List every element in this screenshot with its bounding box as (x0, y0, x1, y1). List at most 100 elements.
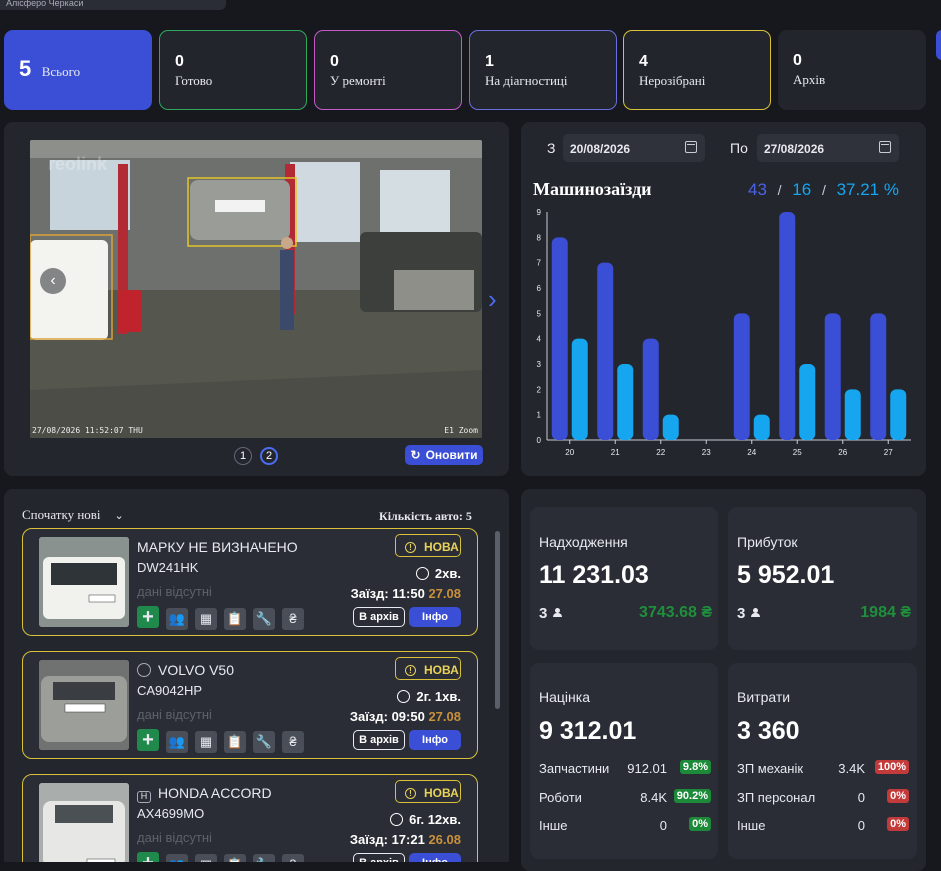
car-card[interactable]: H HONDA ACCORD AX4699MO дані відсутні ! НО… (22, 774, 478, 871)
income-count-value: 3 (539, 605, 548, 622)
calendar-icon (685, 141, 697, 153)
add-button[interactable]: + (137, 606, 159, 628)
hryvnia-icon[interactable]: ₴ (282, 608, 304, 630)
chart-bar (779, 212, 796, 440)
clients-icon[interactable]: 👥 (166, 608, 188, 630)
list-scrollbar[interactable] (495, 531, 500, 709)
row-percent: 0% (887, 817, 909, 831)
profit-count-value: 3 (737, 605, 746, 622)
chart-bar (617, 364, 634, 440)
x-tick-label: 26 (838, 448, 847, 457)
stat-label: У ремонті (330, 73, 386, 88)
arrival-label: Заїзд: (350, 586, 389, 601)
info-button[interactable]: Інфо (409, 730, 461, 750)
arrival-time: 17:21 (391, 832, 425, 847)
entries-chart: 012345678920 21 22 23 24 25 26 27 (537, 208, 911, 457)
info-button[interactable]: Інфо (409, 607, 461, 627)
refresh-button[interactable]: ↻ Оновити (405, 445, 483, 465)
status-text: НОВА (424, 663, 459, 677)
side-tab[interactable] (936, 30, 941, 60)
income-green: 3743.68 ₴ (639, 604, 712, 621)
car-plate: AX4699MO (137, 806, 205, 821)
markup-row: Запчастини 912.01 9.8% (539, 760, 711, 776)
status-text: НОВА (424, 540, 459, 554)
row-percent: 0% (887, 789, 909, 803)
stat-label: На діагностиці (485, 73, 568, 88)
grid-icon[interactable]: ▦ (195, 731, 217, 753)
chart-bar (733, 313, 750, 440)
stat-label: Всього (41, 64, 81, 79)
sort-dropdown[interactable]: Спочатку нові ⌄ (22, 507, 124, 523)
camera-page-2[interactable]: 2 (260, 447, 278, 465)
clipboard-icon[interactable]: 📋 (224, 731, 246, 753)
wrench-icon[interactable]: 🔧 (253, 731, 275, 753)
camera-prev-button[interactable]: ‹ (40, 268, 66, 294)
info-icon: ! (405, 542, 416, 553)
elapsed-time: 2хв. (415, 566, 461, 581)
clipboard-icon[interactable]: 📋 (224, 608, 246, 630)
profit-value: 5 952.01 (737, 561, 835, 589)
camera-page-1[interactable]: 1 (234, 447, 252, 465)
stat-unsorted[interactable]: 4 Нерозібрані (623, 30, 771, 110)
summary-second: 16 (792, 180, 812, 199)
stat-archive[interactable]: 0 Архів (778, 30, 926, 110)
date-from-value: 20/08/2026 (570, 142, 631, 156)
archive-button[interactable]: В архів (353, 607, 405, 627)
stat-in-repair[interactable]: 0 У ремонті (314, 30, 462, 110)
row-label: ЗП механік (737, 761, 804, 776)
sort-label: Спочатку нові (22, 507, 101, 522)
add-button[interactable]: + (137, 729, 159, 751)
expenses-card: Витрати 3 360 ЗП механік 3.4K 100% ЗП перс… (728, 663, 917, 859)
stat-label: Готово (175, 73, 213, 88)
car-card[interactable]: МАРКУ НЕ ВИЗНАЧЕНО DW241HK дані відсутні… (22, 528, 478, 636)
refresh-label: Оновити (425, 448, 478, 462)
camera-zoom-label: E1 Zoom (444, 426, 478, 435)
car-card[interactable]: VOLVO V50 CA9042HP дані відсутні ! НОВА 2… (22, 651, 478, 759)
car-title: VOLVO V50 (137, 662, 234, 678)
archive-button[interactable]: В архів (353, 730, 405, 750)
person-icon (751, 608, 761, 617)
car-plate: CA9042HP (137, 683, 203, 698)
profit-green: 1984 ₴ (860, 604, 911, 621)
y-tick-label: 1 (537, 411, 542, 420)
car-count: Кількість авто: 5 (379, 509, 472, 523)
list-clip (4, 862, 509, 871)
income-value: 11 231.03 (539, 561, 649, 589)
location-strip: Алісферо Черкаси (0, 0, 226, 10)
date-to-field[interactable]: 27/08/2026 (757, 134, 899, 162)
status-badge: ! НОВА (395, 657, 461, 680)
stat-diagnostics[interactable]: 1 На діагностиці (469, 30, 617, 110)
stat-count: 0 (330, 53, 339, 70)
chart-bar (571, 338, 588, 440)
income-title: Надходження (539, 534, 628, 550)
income-card: Надходження 11 231.03 3 3743.68 ₴ (530, 507, 718, 650)
stat-ready[interactable]: 0 Готово (159, 30, 307, 110)
camera-next-button[interactable]: › (488, 284, 497, 315)
clients-icon[interactable]: 👥 (166, 731, 188, 753)
status-badge: ! НОВА (395, 534, 461, 557)
camera-watermark: reolink (48, 154, 108, 174)
arrival-date: 26.08 (428, 832, 461, 847)
hryvnia-icon[interactable]: ₴ (282, 731, 304, 753)
car-title-text: HONDA ACCORD (158, 785, 272, 801)
car-photo (39, 660, 129, 750)
row-label: Запчастини (539, 761, 610, 776)
row-value: 0 (857, 818, 865, 833)
expenses-value: 3 360 (737, 717, 800, 745)
stat-count: 5 (19, 56, 32, 81)
car-nodata: дані відсутні (137, 707, 212, 722)
stat-all[interactable]: 5 Всього (4, 30, 152, 110)
summary-sep: / (821, 182, 826, 198)
grid-icon[interactable]: ▦ (195, 608, 217, 630)
row-percent: 9.8% (679, 760, 711, 774)
row-value: 8.4K (640, 790, 667, 805)
car-photo (39, 783, 129, 871)
row-percent: 0% (689, 817, 711, 831)
wrench-icon[interactable]: 🔧 (253, 608, 275, 630)
row-percent: 90.2% (673, 789, 711, 803)
arrival-date: 27.08 (428, 586, 461, 601)
camera-timestamp: 27/08/2026 11:52:07 THU (32, 426, 143, 435)
card-actions: + 👥 ▦ 📋 🔧 ₴ (137, 729, 311, 753)
chart-bar (597, 262, 614, 440)
date-from-field[interactable]: 20/08/2026 (563, 134, 705, 162)
